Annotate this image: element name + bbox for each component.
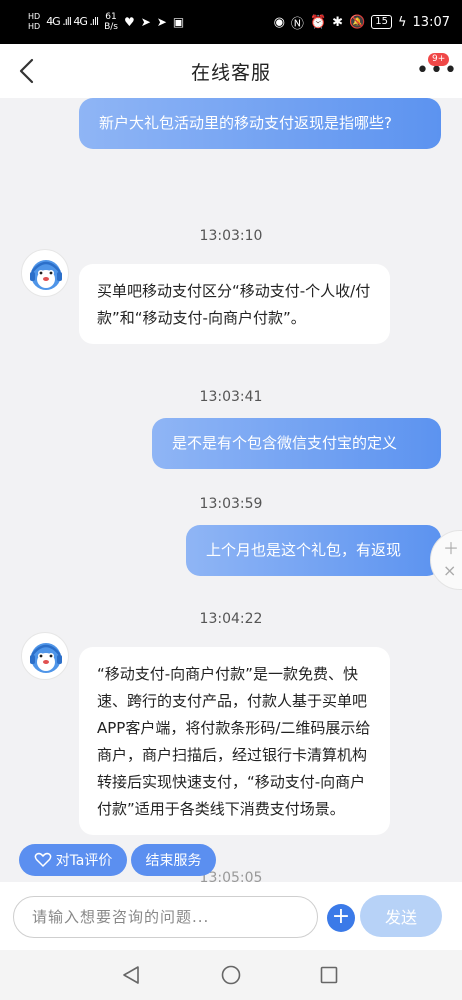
mascot-icon [30, 260, 62, 290]
chat-area[interactable]: 新户大礼包活动里的移动支付返现是指哪些? 13:03:10 买单吧移动支付区分“… [0, 98, 462, 882]
more-dots-icon: ••• [416, 58, 458, 83]
message-text: “移动支付-向商户付款”是一款免费、快速、跨行的支付产品，付款人基于买单吧APP… [97, 665, 371, 818]
more-menu-button[interactable]: ••• 9+ [416, 53, 457, 82]
status-left: HD HD 4G .ıll 4G .ıll 61 B/s ♥ ➤ ➤ ▣ [28, 12, 184, 32]
rate-agent-button[interactable]: 对Ta评价 [19, 844, 127, 876]
send-button[interactable]: 发送 [360, 895, 442, 937]
nfc-icon: Ⓝ [290, 16, 304, 32]
telegram-icon: ➤ [156, 15, 167, 29]
message-text: 是不是有个包含微信支付宝的定义 [172, 434, 398, 452]
chevron-left-icon [19, 58, 34, 84]
send-plane-icon: ➤ [140, 15, 151, 29]
plus-icon: + [331, 904, 351, 929]
back-triangle-icon[interactable] [120, 964, 142, 986]
agent-avatar [21, 632, 69, 680]
quick-actions-bar: 对Ta评价 结束服务 [0, 844, 462, 882]
back-button[interactable] [16, 57, 40, 85]
end-service-button[interactable]: 结束服务 [131, 844, 216, 876]
rate-agent-label: 对Ta评价 [55, 853, 113, 869]
close-icon: × [443, 561, 457, 580]
mute-icon: 🔕 [349, 14, 366, 30]
signal-icon: 4G .ıll 4G .ıll [46, 15, 99, 28]
charging-icon: ϟ [397, 14, 407, 30]
message-text: 买单吧移动支付区分“移动支付-个人收/付款”和“移动支付-向商户付款”。 [97, 282, 371, 327]
agent-message: 买单吧移动支付区分“移动支付-个人收/付款”和“移动支付-向商户付款”。 [79, 264, 390, 344]
header: 在线客服 ••• 9+ [0, 44, 462, 98]
clock-time: 13:07 [412, 14, 450, 30]
timestamp: 13:03:59 [199, 496, 263, 512]
net-speed-unit: B/s [104, 22, 118, 32]
timestamp: 13:03:41 [199, 389, 263, 405]
notification-badge: 9+ [428, 53, 450, 66]
user-message: 是不是有个包含微信支付宝的定义 [152, 418, 441, 469]
status-right: ◉ Ⓝ ⏰ ✱ 🔕 15 ϟ 13:07 [274, 13, 450, 32]
net-speed-value: 61 [105, 12, 117, 22]
home-circle-icon[interactable] [220, 964, 242, 986]
timestamp: 13:03:10 [199, 228, 263, 244]
message-text: 上个月也是这个礼包，有返现 [206, 541, 402, 559]
battery-icon: 15 [371, 15, 392, 29]
question-input[interactable] [13, 896, 318, 938]
hd-icon: HD HD [28, 12, 41, 31]
plus-icon: ＋ [443, 539, 460, 558]
agent-message: “移动支付-向商户付款”是一款免费、快速、跨行的支付产品，付款人基于买单吧APP… [79, 647, 390, 835]
end-service-label: 结束服务 [145, 853, 202, 869]
mascot-icon [30, 643, 62, 673]
heart-outline-icon [34, 852, 51, 868]
eye-icon: ◉ [273, 14, 285, 30]
add-attachment-button[interactable]: + [327, 904, 355, 932]
status-bar: HD HD 4G .ıll 4G .ıll 61 B/s ♥ ➤ ➤ ▣ ◉ Ⓝ … [0, 0, 462, 44]
alarm-icon: ⏰ [309, 14, 327, 30]
user-message: 新户大礼包活动里的移动支付返现是指哪些? [79, 98, 441, 149]
recents-square-icon[interactable] [318, 964, 340, 986]
timestamp: 13:04:22 [199, 611, 263, 627]
bluetooth-icon: ✱ [332, 14, 344, 30]
app-icon: ▣ [172, 15, 185, 29]
agent-avatar [21, 249, 69, 297]
page-title: 在线客服 [190, 61, 271, 84]
input-bar: + 发送 [0, 882, 462, 950]
user-message: 上个月也是这个礼包，有返现 [186, 525, 441, 576]
system-nav-bar [0, 950, 462, 1000]
net-speed: 61 B/s [104, 12, 118, 32]
message-text: 新户大礼包活动里的移动支付返现是指哪些? [99, 114, 392, 132]
heart-icon: ♥ [123, 15, 135, 29]
